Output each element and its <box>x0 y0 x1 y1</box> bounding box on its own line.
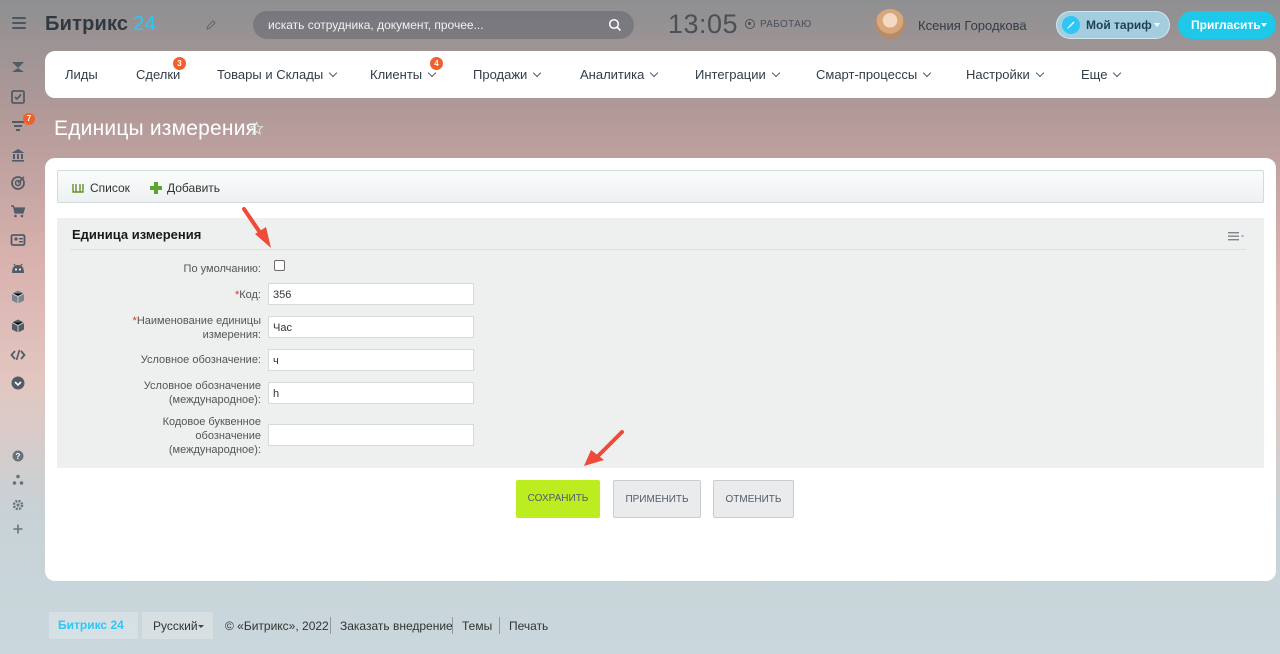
chevron-down-icon <box>328 68 338 78</box>
save-button[interactable]: Сохранить <box>516 480 600 518</box>
annotation-arrow-checkbox <box>242 207 271 248</box>
menu-item-integrations[interactable]: Интеграции <box>695 67 780 82</box>
rocket-icon <box>1062 16 1080 34</box>
annotation-arrow-save <box>584 430 624 466</box>
contact-card-icon[interactable] <box>10 232 26 248</box>
work-status[interactable]: РАБОТАЮ <box>760 19 812 30</box>
clock[interactable]: 13:05 <box>668 9 738 40</box>
footer-logo[interactable]: Битрикс 24 <box>49 612 138 639</box>
form-section-title: Единица измерения <box>72 227 202 242</box>
menu-item-products[interactable]: Товары и Склады <box>217 67 338 82</box>
settings-icon[interactable] <box>10 497 26 513</box>
plus-icon[interactable] <box>10 521 26 537</box>
box-icon[interactable] <box>10 289 26 305</box>
favorite-star-icon[interactable] <box>249 121 264 139</box>
bank-icon[interactable] <box>10 147 26 163</box>
add-button[interactable]: Добавить <box>150 181 220 195</box>
menu-burger-icon[interactable] <box>12 17 26 29</box>
list-button[interactable]: Список <box>72 181 130 195</box>
divider <box>499 617 500 634</box>
chevron-down-icon <box>650 68 659 78</box>
chevron-down-circle-icon[interactable] <box>10 375 26 391</box>
target-icon[interactable] <box>10 175 26 191</box>
symbol-intl-label: Условное обозначение (международное): <box>143 380 261 406</box>
structure-icon[interactable] <box>10 472 26 488</box>
chevron-down-icon <box>533 68 542 78</box>
symbol-field[interactable]: ч <box>268 349 474 371</box>
chevron-down-icon <box>922 68 932 78</box>
menu-item-more[interactable]: Еще <box>1081 67 1122 82</box>
menu-item-settings[interactable]: Настройки <box>966 67 1044 82</box>
apply-button[interactable]: Применить <box>613 480 701 518</box>
order-link[interactable]: Заказать внедрение <box>340 619 453 633</box>
add-icon <box>150 182 162 194</box>
svg-text:?: ? <box>16 452 21 461</box>
tasks-icon[interactable] <box>10 89 26 105</box>
name-label: *Наименование единицы измерения: <box>132 315 261 341</box>
menu-item-smart-processes[interactable]: Смарт-процессы <box>816 67 932 82</box>
default-label: По умолчанию: <box>183 263 261 275</box>
user-menu-caret-icon[interactable] <box>1020 22 1026 26</box>
list-icon <box>72 184 84 193</box>
crm-notification-badge: 7 <box>23 113 35 125</box>
menu-item-leads[interactable]: Лиды <box>65 67 98 82</box>
invite-button[interactable]: Пригласить <box>1178 11 1276 39</box>
page-title: Единицы измерения <box>54 117 258 140</box>
menu-item-analytics[interactable]: Аналитика <box>580 67 659 82</box>
work-status-icon <box>745 19 755 29</box>
avatar[interactable] <box>875 9 905 39</box>
robot-icon[interactable] <box>10 260 26 276</box>
user-name[interactable]: Ксения Городкова <box>918 18 1027 33</box>
name-field[interactable]: Час <box>268 316 474 338</box>
form-settings-icon[interactable] <box>1228 229 1245 244</box>
chevron-down-icon <box>427 68 437 78</box>
help-icon[interactable]: ? <box>10 448 26 464</box>
menu-item-deals[interactable]: Сделки 3 <box>136 57 186 82</box>
chevron-down-icon <box>1113 68 1122 78</box>
menu-item-clients[interactable]: Клиенты 4 <box>370 57 443 82</box>
bitrix24-logo[interactable]: Битрикс 24 <box>45 13 156 36</box>
divider <box>330 617 331 634</box>
cube-icon[interactable] <box>10 318 26 334</box>
copyright: © «Битрикс», 2022 <box>225 619 329 633</box>
edit-logo-icon[interactable] <box>206 18 216 30</box>
search-icon <box>608 18 622 32</box>
default-checkbox[interactable] <box>274 260 285 271</box>
language-select[interactable]: Русский <box>142 612 213 639</box>
symbol-intl-field[interactable]: h <box>268 382 474 404</box>
letter-code-intl-field[interactable] <box>268 424 474 446</box>
divider <box>452 617 453 634</box>
symbol-label: Условное обозначение: <box>140 354 261 366</box>
clients-badge: 4 <box>430 57 443 70</box>
deals-badge: 3 <box>173 57 186 70</box>
menu-item-sales[interactable]: Продажи <box>473 67 542 82</box>
feed-icon[interactable] <box>10 59 26 75</box>
themes-link[interactable]: Темы <box>462 619 492 633</box>
chevron-down-icon <box>1035 68 1044 78</box>
context-toolbar: Список Добавить <box>57 170 1264 203</box>
code-label: *Код: <box>234 289 261 301</box>
cancel-button[interactable]: Отменить <box>713 480 794 518</box>
chevron-down-icon <box>771 68 780 78</box>
chevron-down-icon <box>198 625 204 628</box>
top-menu: Лиды Сделки 3 Товары и Склады Клиенты 4 Пр… <box>45 51 1276 98</box>
letter-code-intl-label: Кодовое буквенное обозначение (междунаро… <box>162 416 261 456</box>
search-input[interactable]: искать сотрудника, документ, прочее... <box>253 11 634 39</box>
code-icon[interactable] <box>10 347 26 363</box>
chevron-down-icon <box>1261 23 1267 27</box>
print-link[interactable]: Печать <box>509 619 548 633</box>
cart-icon[interactable] <box>10 203 26 219</box>
my-tariff-button[interactable]: Мой тариф <box>1056 11 1170 39</box>
code-field[interactable]: 356 <box>268 283 474 305</box>
chevron-down-icon <box>1154 23 1160 27</box>
